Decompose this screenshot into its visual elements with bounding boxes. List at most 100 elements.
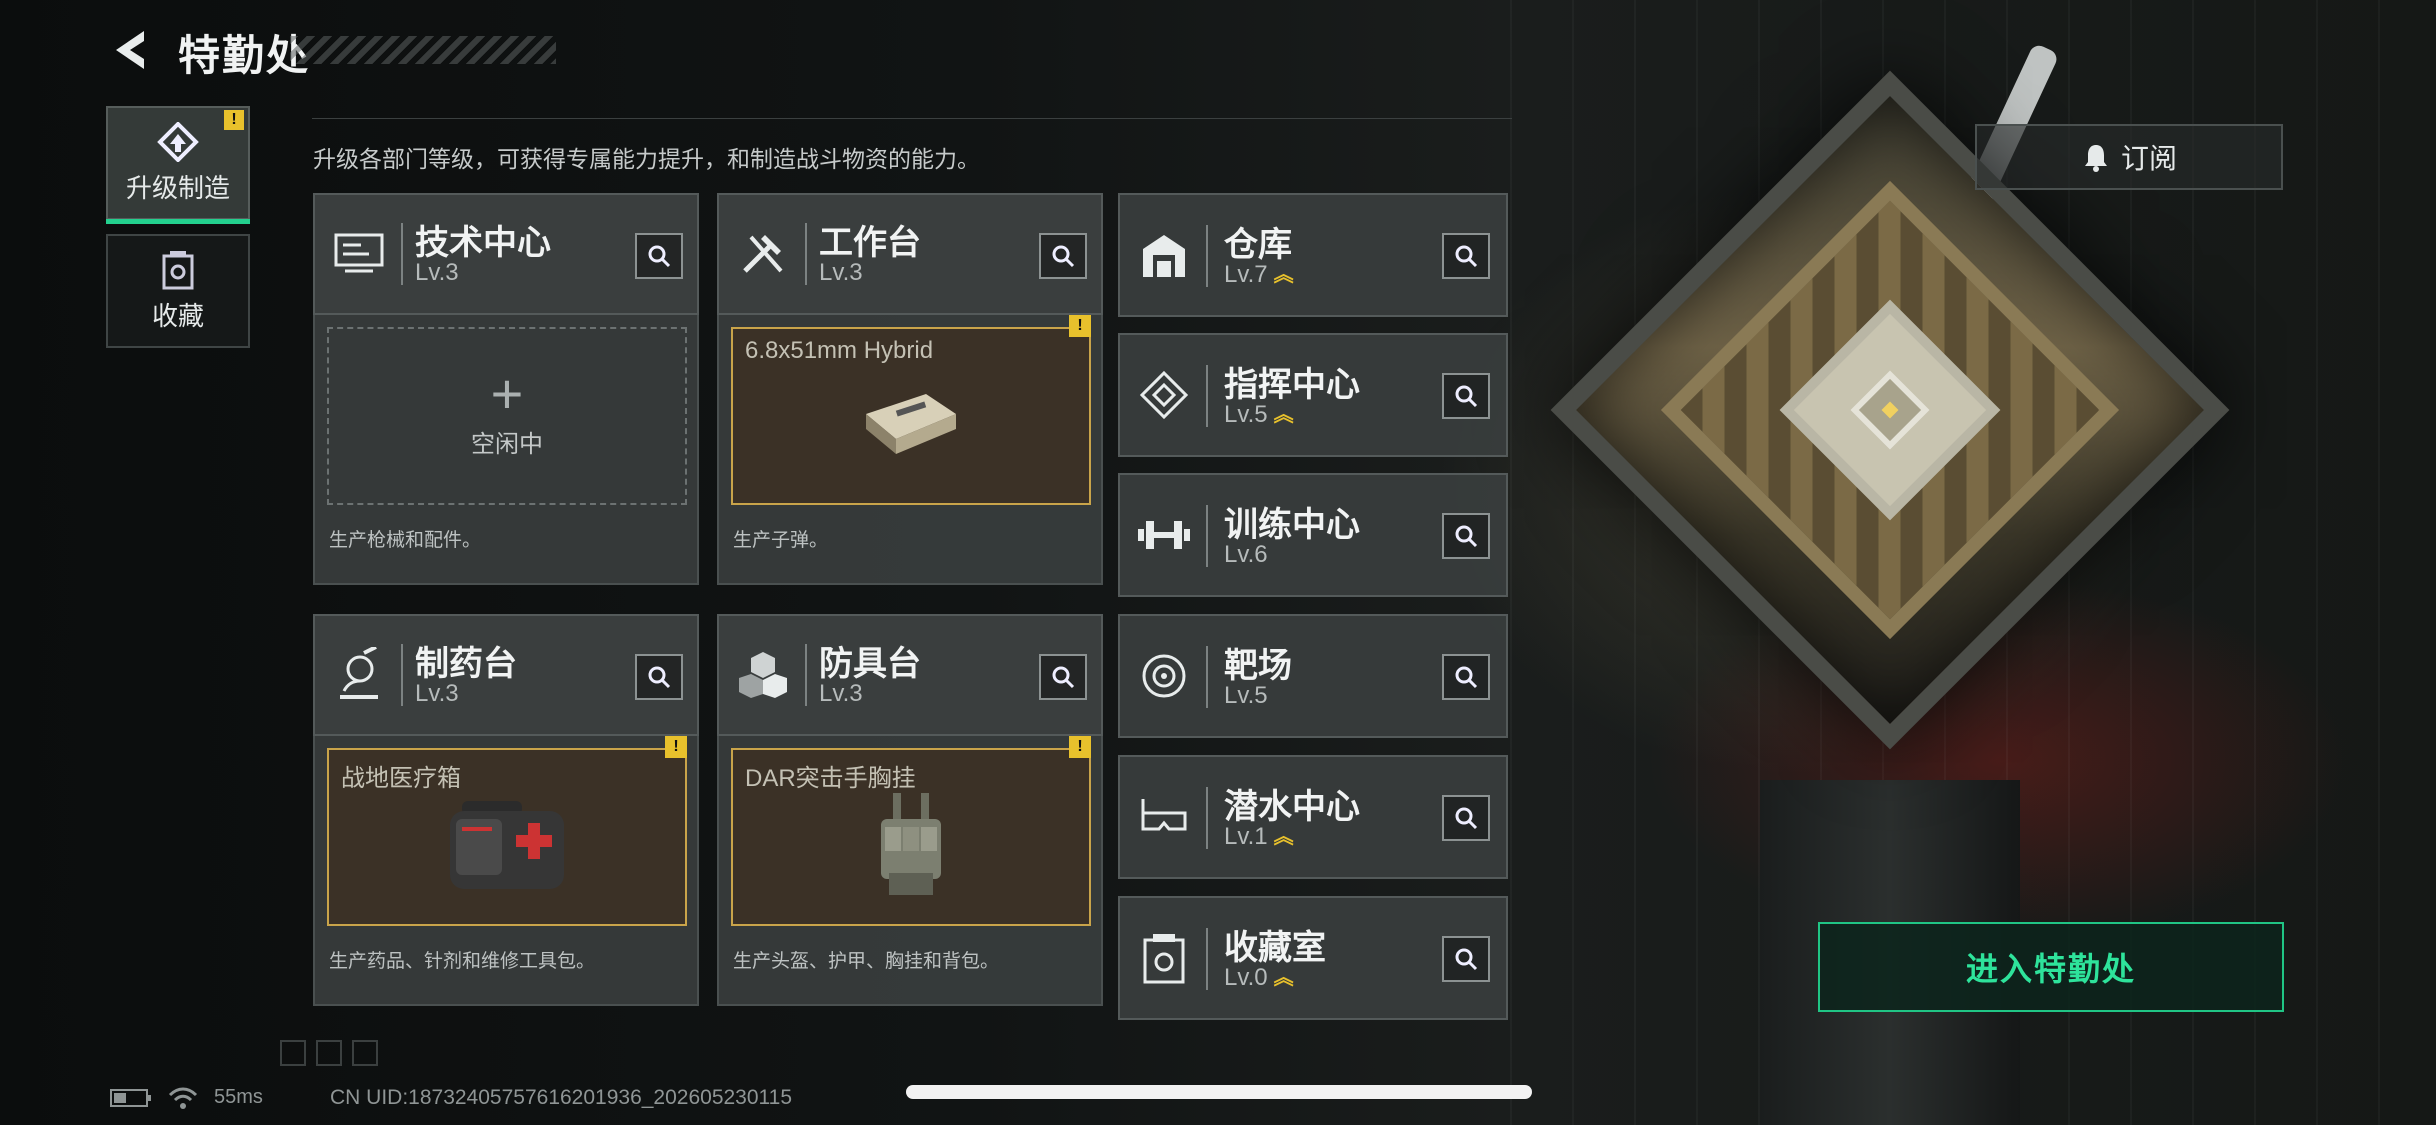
- wifi-icon: [168, 1087, 198, 1109]
- dept-card-workbench[interactable]: 工作台 Lv.3: [717, 193, 1103, 315]
- nav-tab-label: 升级制造: [125, 172, 230, 203]
- facility-card-command-center[interactable]: 指挥中心 Lv.5 ︽: [1118, 333, 1508, 457]
- facility-name: 收藏室: [1224, 929, 1326, 967]
- home-indicator[interactable]: [906, 1085, 1532, 1099]
- facility-name: 指挥中心: [1224, 366, 1360, 404]
- warning-badge: !: [1069, 736, 1091, 758]
- production-slot-active[interactable]: 战地医疗箱 !: [327, 736, 687, 926]
- inspect-button[interactable]: [635, 654, 683, 700]
- vault-icon: [1143, 934, 1185, 984]
- bell-icon: [2084, 145, 2107, 172]
- facility-level: Lv.1: [1224, 823, 1268, 850]
- dept-level: Lv.3: [819, 680, 863, 707]
- ammo-box-image: [866, 394, 956, 454]
- user-uid: CN UID:18732405757616201936_202605230115: [330, 1086, 793, 1109]
- production-slot-active[interactable]: DAR突击手胸挂 !: [731, 736, 1091, 926]
- search-icon: [1455, 245, 1478, 268]
- search-icon: [1455, 948, 1478, 971]
- idle-status: 空闲中: [471, 430, 543, 458]
- dept-description: 生产药品、针剂和维修工具包。: [329, 951, 596, 972]
- dept-level: Lv.3: [415, 680, 459, 707]
- back-arrow-icon: [116, 31, 144, 69]
- divider: [312, 118, 1512, 119]
- nav-tab-upgrade[interactable]: 升级制造 !: [106, 106, 250, 224]
- add-icon: +: [490, 361, 524, 425]
- ping-value: 55ms: [214, 1086, 263, 1108]
- inspect-button[interactable]: [1039, 654, 1087, 700]
- facility-level: Lv.5: [1224, 682, 1268, 709]
- tools-icon: [743, 235, 783, 273]
- facility-card-shooting-range[interactable]: 靶场 Lv.5: [1118, 614, 1508, 738]
- back-button[interactable]: [106, 24, 154, 76]
- facility-level: Lv.0: [1224, 964, 1268, 991]
- production-slot-idle[interactable]: + 空闲中: [327, 327, 687, 505]
- facility-card-diving-center[interactable]: 潜水中心 Lv.1 ︽: [1118, 755, 1508, 879]
- subscribe-label: 订阅: [2120, 143, 2177, 174]
- upgrade-chevron-icon: ︽: [1273, 967, 1294, 989]
- upgrade-chevron-icon: ︽: [1273, 264, 1294, 286]
- nav-tab-collection[interactable]: 收藏: [106, 234, 250, 348]
- collection-icon: [162, 250, 194, 289]
- facility-name: 训练中心: [1224, 506, 1360, 544]
- dept-card-tech-center[interactable]: 技术中心 Lv.3: [313, 193, 699, 315]
- dept-card-armory[interactable]: 防具台 Lv.3: [717, 614, 1103, 736]
- dept-level: Lv.3: [415, 259, 459, 286]
- facility-level: Lv.5: [1224, 401, 1268, 428]
- search-icon: [1455, 807, 1478, 830]
- armor-cubes-icon: [739, 652, 787, 698]
- item-name: DAR突击手胸挂: [745, 765, 916, 792]
- upgrade-icon: [157, 121, 199, 162]
- production-panel: 战地医疗箱 ! 生产药品、针剂和维修工具包。: [313, 736, 699, 1006]
- warning-badge: !: [665, 736, 687, 758]
- dept-name: 工作台: [819, 224, 921, 262]
- dept-name: 技术中心: [415, 224, 551, 262]
- decoration-squares: [280, 1040, 378, 1066]
- enter-special-ops-button[interactable]: 进入特勤处: [1818, 922, 2284, 1012]
- warning-badge: !: [1069, 315, 1091, 337]
- search-icon: [1052, 666, 1075, 689]
- facility-level: Lv.6: [1224, 541, 1268, 568]
- facility-card-collection-room[interactable]: 收藏室 Lv.0 ︽: [1118, 896, 1508, 1020]
- facility-name: 靶场: [1224, 647, 1292, 685]
- status-bar: 55ms: [110, 1086, 263, 1109]
- command-icon: [1139, 370, 1189, 420]
- warning-badge: !: [224, 110, 244, 130]
- inspect-button[interactable]: [1442, 654, 1490, 700]
- dept-name: 防具台: [819, 645, 921, 683]
- inspect-button[interactable]: [1442, 233, 1490, 279]
- inspect-button[interactable]: [635, 233, 683, 279]
- inspect-button[interactable]: [1039, 233, 1087, 279]
- facility-card-warehouse[interactable]: 仓库 Lv.7 ︽: [1118, 193, 1508, 317]
- dept-description: 生产枪械和配件。: [329, 530, 482, 551]
- inspect-button[interactable]: [1442, 795, 1490, 841]
- warehouse-icon: [1143, 235, 1185, 277]
- search-icon: [1052, 245, 1075, 268]
- item-name: 战地医疗箱: [341, 765, 461, 792]
- facility-name: 潜水中心: [1224, 788, 1360, 826]
- target-icon: [1142, 654, 1186, 698]
- production-slot-active[interactable]: 6.8x51mm Hybrid !: [731, 315, 1091, 505]
- search-icon: [1455, 385, 1478, 408]
- upgrade-chevron-icon: ︽: [1273, 826, 1294, 848]
- chest-rig-image: [881, 793, 941, 895]
- production-panel: DAR突击手胸挂 ! 生产头盔、护甲、胸挂和背包。: [717, 736, 1103, 1006]
- dept-level: Lv.3: [819, 259, 863, 286]
- page-description: 升级各部门等级，可获得专属能力提升，和制造战斗物资的能力。: [313, 146, 980, 172]
- title-decoration: [290, 36, 556, 64]
- inspect-button[interactable]: [1442, 936, 1490, 982]
- subscribe-button[interactable]: 订阅: [1975, 124, 2283, 190]
- diving-mask-icon: [1141, 799, 1187, 831]
- inspect-button[interactable]: [1442, 513, 1490, 559]
- search-icon: [648, 666, 671, 689]
- dept-card-pharmacy[interactable]: 制药台 Lv.3: [313, 614, 699, 736]
- inspect-button[interactable]: [1442, 373, 1490, 419]
- facility-card-training-center[interactable]: 训练中心 Lv.6: [1118, 473, 1508, 597]
- production-panel: 6.8x51mm Hybrid ! 生产子弹。: [717, 315, 1103, 585]
- search-icon: [1455, 666, 1478, 689]
- facility-name: 仓库: [1224, 226, 1292, 264]
- item-name: 6.8x51mm Hybrid: [745, 337, 934, 364]
- monitor-icon: [334, 233, 384, 273]
- search-icon: [1455, 525, 1478, 548]
- dept-description: 生产子弹。: [733, 530, 829, 551]
- microscope-icon: [340, 647, 378, 699]
